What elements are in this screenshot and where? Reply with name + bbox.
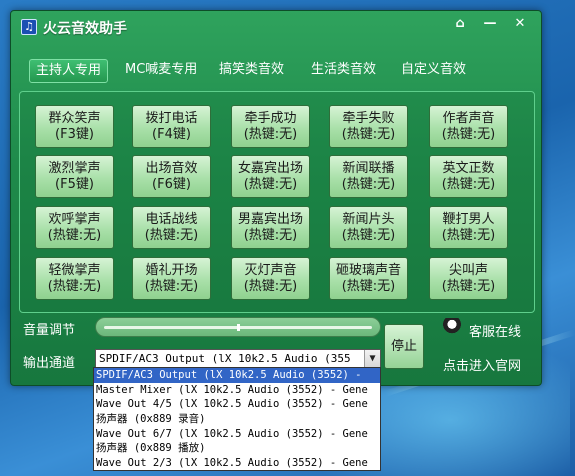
effect-name: 婚礼开场 <box>145 263 198 278</box>
effect-button[interactable]: 灭灯声音 (热键:无) <box>231 257 310 300</box>
dropdown-option[interactable]: Wave Out 4/5 (lX 10k2.5 Audio (3552) - G… <box>94 397 380 412</box>
dropdown-option[interactable]: 扬声器 (0x889 录音) <box>94 412 380 427</box>
app-music-icon: ♫ <box>21 19 37 35</box>
effect-button[interactable]: 出场音效 (F6键) <box>132 155 211 198</box>
title-bar[interactable]: ♫ 火云音效助手 ⌂ — ✕ <box>11 11 541 41</box>
tab-funny[interactable]: 搞笑类音效 <box>213 59 290 81</box>
minimize-button[interactable]: — <box>479 15 501 33</box>
dropdown-option[interactable]: Wave Out 6/7 (lX 10k2.5 Audio (3552) - G… <box>94 427 380 442</box>
effect-button[interactable]: 英文正数 (热键:无) <box>429 155 508 198</box>
effect-hotkey: (热键:无) <box>47 228 102 243</box>
effect-name: 新闻片头 <box>342 212 395 227</box>
effect-hotkey: (F3键) <box>55 127 94 142</box>
effect-name: 牵手成功 <box>244 111 297 126</box>
effect-hotkey: (热键:无) <box>441 279 496 294</box>
effect-name: 男嘉宾出场 <box>237 212 303 227</box>
official-site-link[interactable]: 点击进入官网 <box>443 355 521 374</box>
effect-name: 作者声音 <box>442 111 495 126</box>
effect-name: 灭灯声音 <box>244 263 297 278</box>
effect-button[interactable]: 新闻联播 (热键:无) <box>329 155 408 198</box>
effect-button[interactable]: 鞭打男人 (热键:无) <box>429 206 508 249</box>
effect-name: 女嘉宾出场 <box>237 161 303 176</box>
effect-hotkey: (热键:无) <box>441 127 496 142</box>
effect-hotkey: (热键:无) <box>144 228 199 243</box>
effect-hotkey: (F4键) <box>152 127 191 142</box>
volume-slider[interactable] <box>95 317 381 337</box>
effect-name: 拨打电话 <box>145 111 198 126</box>
qq-penguin-icon[interactable] <box>443 318 461 336</box>
effect-button[interactable]: 婚礼开场 (热键:无) <box>132 257 211 300</box>
effect-button[interactable]: 牵手失败 (热键:无) <box>329 105 408 148</box>
effect-button[interactable]: 尖叫声 (热键:无) <box>429 257 508 300</box>
effect-name: 牵手失败 <box>342 111 395 126</box>
chevron-down-icon[interactable]: ▼ <box>364 350 380 367</box>
effect-button[interactable]: 拨打电话 (F4键) <box>132 105 211 148</box>
tab-life[interactable]: 生活类音效 <box>305 59 382 81</box>
tab-host[interactable]: 主持人专用 <box>29 59 109 83</box>
effect-hotkey: (热键:无) <box>144 279 199 294</box>
tab-mc[interactable]: MC喊麦专用 <box>119 59 203 81</box>
volume-label: 音量调节 <box>23 323 76 338</box>
output-label: 输出通道 <box>23 356 76 371</box>
effect-hotkey: (热键:无) <box>47 279 102 294</box>
tab-custom[interactable]: 自定义音效 <box>395 59 472 81</box>
close-button[interactable]: ✕ <box>509 15 531 33</box>
effect-name: 电话战线 <box>145 212 198 227</box>
effect-hotkey: (热键:无) <box>243 127 298 142</box>
effect-button[interactable]: 群众笑声 (F3键) <box>35 105 114 148</box>
effect-hotkey: (热键:无) <box>243 279 298 294</box>
effect-hotkey: (F5键) <box>55 177 94 192</box>
effect-hotkey: (热键:无) <box>341 228 396 243</box>
dropdown-option[interactable]: SPDIF/AC3 Output (lX 10k2.5 Audio (3552)… <box>94 368 380 383</box>
effect-name: 轻微掌声 <box>48 263 101 278</box>
effect-hotkey: (热键:无) <box>341 127 396 142</box>
effect-button[interactable]: 砸玻璃声音 (热键:无) <box>329 257 408 300</box>
support-online-link[interactable]: 客服在线 <box>469 321 521 340</box>
effect-hotkey: (热键:无) <box>441 228 496 243</box>
effects-panel: 群众笑声 (F3键) 拨打电话 (F4键) 牵手成功 (热键:无) 牵手失败 (热键:无… <box>19 91 535 313</box>
dropdown-option[interactable]: Wave Out 2/3 (lX 10k2.5 Audio (3552) - G… <box>94 456 380 470</box>
effect-hotkey: (热键:无) <box>441 177 496 192</box>
effect-name: 新闻联播 <box>342 161 395 176</box>
effect-name: 群众笑声 <box>48 111 101 126</box>
effect-name: 出场音效 <box>145 161 198 176</box>
effect-button[interactable]: 欢呼掌声 (热键:无) <box>35 206 114 249</box>
effect-button[interactable]: 激烈掌声 (F5键) <box>35 155 114 198</box>
effect-button[interactable]: 男嘉宾出场 (热键:无) <box>231 206 310 249</box>
effect-hotkey: (热键:无) <box>341 279 396 294</box>
effect-name: 英文正数 <box>442 161 495 176</box>
window-title: 火云音效助手 <box>43 21 127 37</box>
output-select[interactable]: SPDIF/AC3 Output (lX 10k2.5 Audio (355 ▼ <box>95 349 381 368</box>
effect-button[interactable]: 作者声音 (热键:无) <box>429 105 508 148</box>
effect-hotkey: (热键:无) <box>243 177 298 192</box>
effect-button[interactable]: 牵手成功 (热键:无) <box>231 105 310 148</box>
effect-button[interactable]: 电话战线 (热键:无) <box>132 206 211 249</box>
skin-icon[interactable]: ⌂ <box>449 15 471 33</box>
slider-thumb[interactable] <box>237 324 240 331</box>
effect-hotkey: (热键:无) <box>341 177 396 192</box>
dropdown-option[interactable]: Master Mixer (lX 10k2.5 Audio (3552) - G… <box>94 383 380 398</box>
effect-name: 鞭打男人 <box>442 212 495 227</box>
main-window: ♫ 火云音效助手 ⌂ — ✕ 主持人专用 MC喊麦专用 搞笑类音效 生活类音效 … <box>10 10 542 386</box>
effect-hotkey: (F6键) <box>152 177 191 192</box>
effect-name: 激烈掌声 <box>48 161 101 176</box>
effect-button[interactable]: 新闻片头 (热键:无) <box>329 206 408 249</box>
effect-name: 尖叫声 <box>448 263 488 278</box>
output-selected-value: SPDIF/AC3 Output (lX 10k2.5 Audio (355 <box>99 352 351 365</box>
stop-button[interactable]: 停止 <box>384 324 424 369</box>
dropdown-option[interactable]: 扬声器 (0x889 播放) <box>94 441 380 456</box>
effect-name: 砸玻璃声音 <box>335 263 401 278</box>
effect-hotkey: (热键:无) <box>243 228 298 243</box>
effect-button[interactable]: 轻微掌声 (热键:无) <box>35 257 114 300</box>
effect-name: 欢呼掌声 <box>48 212 101 227</box>
effect-button[interactable]: 女嘉宾出场 (热键:无) <box>231 155 310 198</box>
output-dropdown-list: SPDIF/AC3 Output (lX 10k2.5 Audio (3552)… <box>93 367 381 471</box>
